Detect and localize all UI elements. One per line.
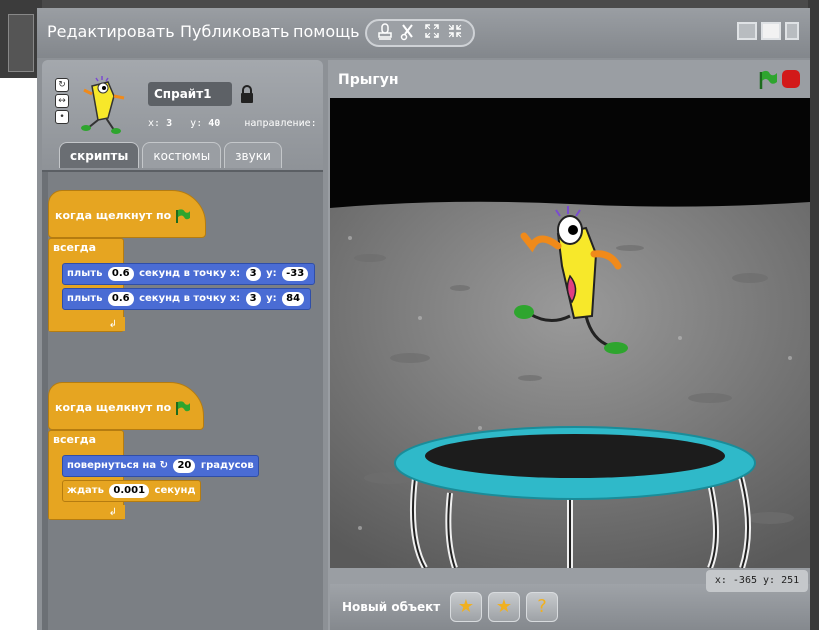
glide-y-input[interactable]: 84 xyxy=(282,292,305,306)
sprite-tabs: скрипты костюмы звуки xyxy=(59,142,282,168)
window-background: Редактировать Публиковать помощь ↻ ↔ • С… xyxy=(0,0,819,630)
stamp-icon[interactable] xyxy=(375,23,395,43)
stage-panel: Прыгун Новый объект ★ ★ ? x: -365 y: 251 xyxy=(328,60,810,630)
wait-block[interactable]: ждать 0.001 секунд xyxy=(62,480,201,502)
stage-size-toggles xyxy=(737,22,799,40)
green-flag-icon xyxy=(176,401,191,415)
glide-y-input[interactable]: -33 xyxy=(282,267,309,281)
tab-costumes[interactable]: костюмы xyxy=(142,142,222,168)
wait-secs-input[interactable]: 0.001 xyxy=(109,484,150,498)
glide-block-1[interactable]: плыть 0.6 секунд в точку x: 3 y: -33 xyxy=(62,263,316,285)
shrink-icon[interactable] xyxy=(445,23,465,43)
stage-scene xyxy=(330,98,810,568)
menu-help[interactable]: помощь xyxy=(293,22,360,41)
stage-canvas[interactable] xyxy=(330,98,810,568)
menu-edit[interactable]: Редактировать xyxy=(47,22,175,41)
glide-secs-input[interactable]: 0.6 xyxy=(107,292,134,306)
scripts-area[interactable]: когда щелкнут по всегда ↲ плыть 0.6 секу… xyxy=(42,170,323,630)
tab-scripts[interactable]: скрипты xyxy=(59,142,140,168)
glide-x-input[interactable]: 3 xyxy=(245,292,261,306)
glide-x-input[interactable]: 3 xyxy=(245,267,261,281)
cursor-tools xyxy=(365,19,475,47)
turn-degrees-input[interactable]: 20 xyxy=(173,459,196,473)
loop-arrow-icon: ↲ xyxy=(108,319,117,330)
glide-secs-input[interactable]: 0.6 xyxy=(107,267,134,281)
scissors-icon[interactable] xyxy=(398,23,418,43)
no-rotate-icon[interactable]: • xyxy=(55,110,69,124)
green-flag-icon xyxy=(176,209,191,223)
random-sprite-button[interactable]: ? xyxy=(526,592,558,622)
menu-bar: Редактировать Публиковать помощь xyxy=(37,8,810,58)
rotation-style-buttons: ↻ ↔ • xyxy=(55,78,69,124)
choose-sprite-button[interactable]: ★ xyxy=(488,592,520,622)
sprite-y: 40 xyxy=(208,118,221,129)
scratch-app: Редактировать Публиковать помощь ↻ ↔ • С… xyxy=(37,8,810,630)
small-stage-icon[interactable] xyxy=(737,22,757,40)
when-flag-clicked-block[interactable]: когда щелкнут по xyxy=(48,382,204,430)
glide-block-2[interactable]: плыть 0.6 секунд в точку x: 3 y: 84 xyxy=(62,288,312,310)
sprite-x: 3 xyxy=(166,118,173,129)
top-frame xyxy=(0,0,819,8)
turn-block[interactable]: повернуться на ↻ 20 градусов xyxy=(62,455,259,477)
turn-right-icon: ↻ xyxy=(159,460,168,471)
grow-icon[interactable] xyxy=(422,23,442,43)
lock-icon[interactable] xyxy=(240,84,254,104)
normal-stage-icon[interactable] xyxy=(761,22,781,40)
menu-publish[interactable]: Публиковать xyxy=(180,22,289,41)
tab-sounds[interactable]: звуки xyxy=(224,142,282,168)
loop-arrow-icon: ↲ xyxy=(108,507,117,518)
sprite-name-field[interactable]: Спрайт1 xyxy=(148,82,232,106)
paint-sprite-button[interactable]: ★ xyxy=(450,592,482,622)
new-sprite-label: Новый объект xyxy=(342,600,441,614)
flip-left-right-icon[interactable]: ↔ xyxy=(55,94,69,108)
green-flag-icon[interactable] xyxy=(758,70,778,90)
sprite-thumbnail xyxy=(81,76,125,134)
forever-block[interactable]: всегда ↲ xyxy=(48,238,125,332)
stop-sign-icon[interactable] xyxy=(782,70,800,88)
direction-label: направление: xyxy=(244,118,317,129)
project-title: Прыгун xyxy=(338,72,399,88)
when-flag-clicked-block[interactable]: когда щелкнут по xyxy=(48,190,206,238)
presentation-mode-icon[interactable] xyxy=(785,22,799,40)
space-sky xyxy=(330,98,810,208)
left-frame xyxy=(0,0,42,78)
rotate-all-icon[interactable]: ↻ xyxy=(55,78,69,92)
mouse-coordinates: x: -365 y: 251 xyxy=(706,570,808,592)
sprite-position: x: 3 y: 40 направление: xyxy=(148,118,317,129)
